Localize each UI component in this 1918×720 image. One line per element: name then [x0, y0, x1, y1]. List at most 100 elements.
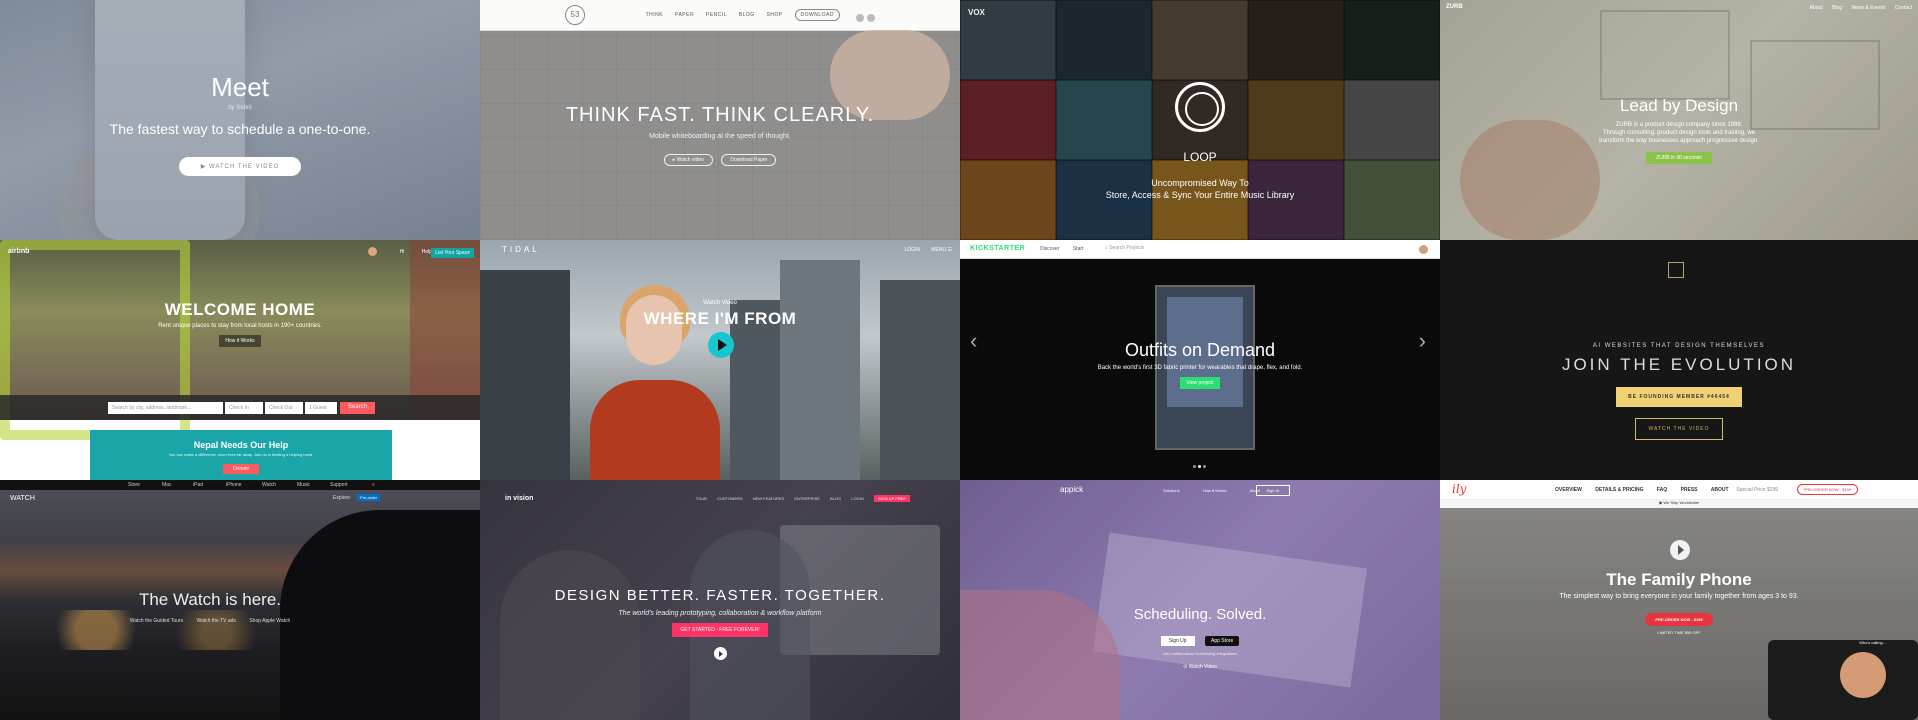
- nav-link[interactable]: About: [1810, 5, 1823, 11]
- menu-icon[interactable]: ☰: [948, 247, 952, 253]
- zurb-line2: Through consulting, product design tools…: [1602, 130, 1756, 136]
- search-button[interactable]: Search: [340, 402, 376, 414]
- watch-brand[interactable]: WATCH: [10, 495, 35, 502]
- tile-invision: in vision TOUR CUSTOMERS NEW FEATURES EN…: [480, 480, 960, 720]
- ily-logo[interactable]: ily: [1452, 482, 1466, 496]
- menu-link[interactable]: MENU: [931, 247, 946, 253]
- loop-line1: Uncompromised Way To: [1151, 178, 1249, 188]
- play-icon: ▶: [200, 164, 210, 170]
- search-input[interactable]: ⌕ Search Projects: [1105, 245, 1145, 251]
- watch-video-button[interactable]: ▸ Watch video: [663, 154, 713, 166]
- tidal-logo[interactable]: TIDAL: [502, 245, 540, 254]
- list-space-button[interactable]: List Your Space: [431, 248, 474, 258]
- appick-logo[interactable]: appick: [1060, 485, 1083, 494]
- discover-link[interactable]: Discover: [1040, 246, 1059, 252]
- nav-link[interactable]: PENCIL: [706, 12, 727, 18]
- founding-member-button[interactable]: BE FOUNDING MEMBER #46454: [1616, 387, 1742, 407]
- preorder-nav-button[interactable]: PRE-ORDER NOW - $199: [1796, 484, 1858, 495]
- view-project-button[interactable]: View project: [1180, 377, 1220, 389]
- nav-link[interactable]: LOGIN: [851, 496, 863, 501]
- preorder-button[interactable]: Pre-order: [357, 494, 380, 501]
- explore-link[interactable]: Explore: [333, 495, 350, 501]
- play-button[interactable]: [713, 647, 727, 660]
- nav-link[interactable]: PRESS: [1681, 487, 1698, 493]
- nav-link[interactable]: Music: [297, 482, 310, 488]
- nav-link[interactable]: NEW FEATURES: [753, 496, 784, 501]
- sign-in-button[interactable]: Sign In: [1255, 485, 1290, 496]
- paper-download-button[interactable]: DOWNLOAD: [794, 9, 840, 21]
- nav-link[interactable]: DETAILS & PRICING: [1595, 487, 1643, 493]
- nav-link[interactable]: BLOG: [830, 496, 841, 501]
- special-price: Special Price $199: [1736, 487, 1778, 493]
- preorder-button[interactable]: PRE-ORDER NOW - $199: [1645, 613, 1713, 626]
- start-link[interactable]: Start: [1073, 246, 1084, 252]
- nav-link[interactable]: News & Events: [1851, 5, 1885, 11]
- avatar[interactable]: [1419, 245, 1428, 254]
- nav-link[interactable]: THINK: [646, 12, 664, 18]
- nav-link[interactable]: Blog: [1832, 5, 1842, 11]
- download-paper-button[interactable]: Download Paper: [721, 154, 777, 166]
- nav-link[interactable]: How It Works: [1203, 488, 1227, 493]
- nav-link[interactable]: SHOP: [767, 12, 783, 18]
- nav-link[interactable]: CUSTOMERS: [717, 496, 742, 501]
- shop-link[interactable]: Shop Apple Watch: [249, 618, 290, 624]
- app-store-button[interactable]: App Store: [1205, 636, 1240, 646]
- how-it-works-button[interactable]: How it Works: [219, 335, 261, 347]
- carousel-dot[interactable]: [1203, 465, 1206, 468]
- airbnb-nav: Hi Help: [400, 249, 432, 255]
- user-menu[interactable]: Hi: [400, 249, 405, 255]
- nav-link[interactable]: iPad: [193, 482, 203, 488]
- play-button[interactable]: [1670, 540, 1690, 560]
- avatar[interactable]: [368, 247, 377, 256]
- nav-link[interactable]: ENTERPRISE: [794, 496, 820, 501]
- nav-link[interactable]: Mac: [162, 482, 171, 488]
- watch-video-button[interactable]: WATCH THE VIDEO: [1635, 418, 1723, 440]
- nav-link[interactable]: Watch: [262, 482, 276, 488]
- nav-link[interactable]: Solutions: [1163, 488, 1179, 493]
- nav-link[interactable]: Contact: [1895, 5, 1912, 11]
- sign-up-button[interactable]: Sign Up: [1160, 636, 1195, 646]
- login-link[interactable]: LOGIN: [904, 247, 920, 253]
- watch-video-button[interactable]: ▶ WATCH THE VIDEO: [178, 157, 302, 176]
- nav-link[interactable]: OVERVIEW: [1555, 487, 1582, 493]
- social-icons: [853, 9, 875, 27]
- nav-link[interactable]: ABOUT: [1711, 487, 1729, 493]
- zurb-cta-button[interactable]: ZURB in 90 seconds: [1646, 152, 1712, 164]
- vox-logo[interactable]: VOX: [968, 8, 985, 17]
- nav-link[interactable]: Store: [128, 482, 140, 488]
- donate-button[interactable]: Donate: [222, 464, 260, 474]
- get-started-button[interactable]: GET STARTED - FREE FOREVER!: [672, 623, 768, 637]
- grid-logo-icon[interactable]: [1668, 262, 1684, 278]
- invision-logo[interactable]: in vision: [505, 495, 533, 502]
- tv-ads-link[interactable]: Watch the TV ads: [196, 618, 235, 624]
- kickstarter-sub: Back the world's first 3D fabric printer…: [1097, 365, 1303, 371]
- watch-video-link[interactable]: ⊙ Watch Video: [960, 664, 1440, 670]
- carousel-dot[interactable]: [1198, 465, 1201, 468]
- airbnb-logo[interactable]: airbnb: [8, 248, 29, 255]
- watch-links: Watch the Guided Tours Watch the TV ads …: [0, 618, 420, 624]
- nav-link[interactable]: TOUR: [696, 496, 707, 501]
- location-input[interactable]: Search by city, address, landmark...: [108, 402, 223, 414]
- grid-hero: AI WEBSITES THAT DESIGN THEMSELVES JOIN …: [1440, 343, 1918, 440]
- nav-link[interactable]: PAPER: [675, 12, 694, 18]
- nav-link[interactable]: FAQ: [1657, 487, 1667, 493]
- nav-link[interactable]: iPhone: [226, 482, 242, 488]
- play-button[interactable]: [708, 332, 734, 358]
- guests-select[interactable]: 1 Guest: [305, 402, 337, 414]
- signup-button[interactable]: SIGN UP FREE: [873, 495, 910, 502]
- nav-link[interactable]: Support: [330, 482, 348, 488]
- check-out-field[interactable]: Check Out: [265, 402, 303, 414]
- zurb-logo[interactable]: ZURB: [1446, 4, 1463, 10]
- nav-link[interactable]: BLOG: [739, 12, 755, 18]
- tile-zurb: ZURB About Blog News & Events Contact Le…: [1440, 0, 1918, 240]
- twitter-icon[interactable]: [867, 14, 875, 22]
- limited-offer: LIMITED TIME $50 OFF: [1657, 630, 1701, 635]
- guided-tours-link[interactable]: Watch the Guided Tours: [130, 618, 183, 624]
- search-icon[interactable]: ⌕: [372, 482, 375, 488]
- check-in-field[interactable]: Check In: [225, 402, 263, 414]
- paper-logo[interactable]: 53: [565, 5, 585, 25]
- kickstarter-logo[interactable]: KICKSTARTER: [970, 245, 1025, 252]
- airbnb-sub: Rent unique places to stay from local ho…: [158, 323, 322, 329]
- facebook-icon[interactable]: [856, 14, 864, 22]
- carousel-dot[interactable]: [1193, 465, 1196, 468]
